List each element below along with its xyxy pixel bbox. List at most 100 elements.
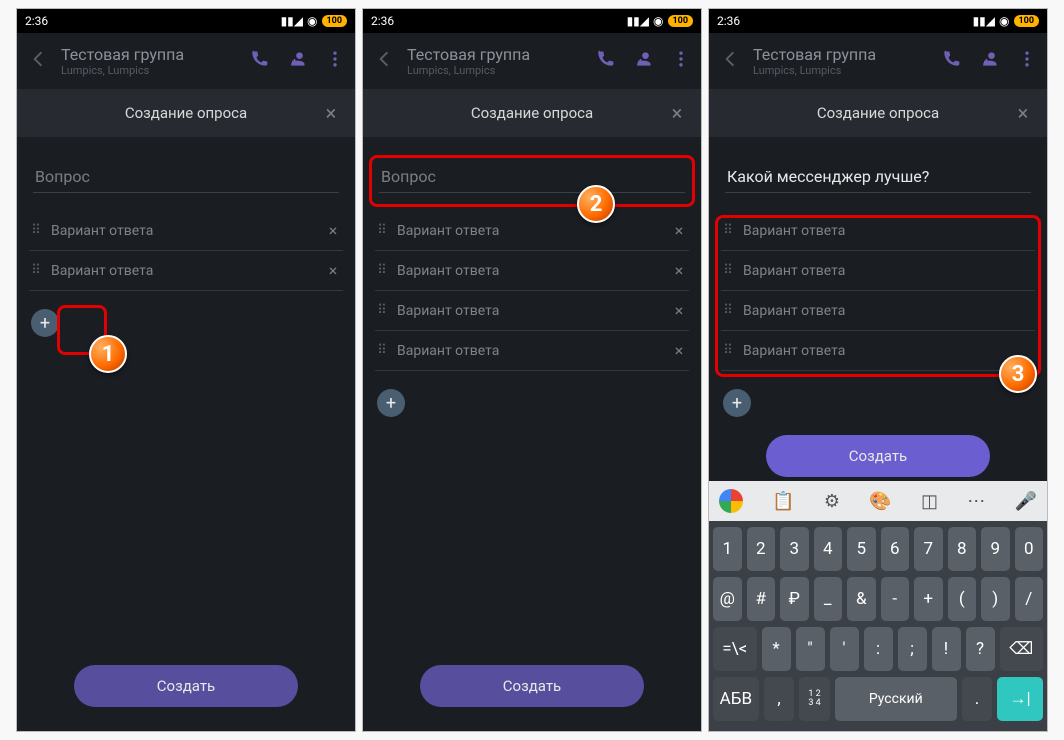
key[interactable]: ) — [981, 577, 1010, 621]
drag-handle-icon[interactable]: ⠿ — [721, 263, 735, 278]
drag-handle-icon[interactable]: ⠿ — [721, 343, 735, 358]
question-input[interactable]: Вопрос — [379, 161, 685, 193]
google-icon[interactable] — [719, 489, 743, 513]
add-option-button[interactable]: + — [723, 389, 751, 417]
question-input[interactable]: Вопрос — [33, 161, 339, 193]
drag-handle-icon[interactable]: ⠿ — [29, 223, 43, 238]
screen-2: 2:36 ▮▮◢ ◉ 100 Тестовая группа Lumpics, … — [362, 8, 702, 732]
drag-handle-icon[interactable]: ⠿ — [721, 303, 735, 318]
key[interactable]: - — [881, 577, 910, 621]
key[interactable]: 4 — [814, 527, 843, 571]
option-row[interactable]: ⠿ Вариант ответа × — [375, 331, 689, 371]
key[interactable]: 9 — [981, 527, 1010, 571]
key-numpad[interactable]: 1 23 4 — [799, 677, 830, 721]
key[interactable]: ; — [898, 627, 927, 671]
key[interactable]: 2 — [747, 527, 776, 571]
add-person-icon[interactable] — [633, 49, 653, 73]
remove-option-icon[interactable]: × — [669, 261, 689, 280]
signal-icon: ▮▮◢ — [281, 14, 303, 28]
option-row[interactable]: ⠿ Вариант ответа × — [375, 251, 689, 291]
call-icon[interactable] — [595, 49, 615, 73]
option-row[interactable]: ⠿ Вариант ответа × — [29, 211, 343, 251]
key-comma[interactable]: , — [764, 677, 795, 721]
key[interactable]: ! — [932, 627, 961, 671]
key[interactable]: * — [762, 627, 791, 671]
option-row[interactable]: ⠿ Вариант ответа — [721, 251, 1035, 291]
chat-title: Тестовая группа — [753, 45, 929, 64]
sticker-icon[interactable]: ◫ — [921, 491, 938, 512]
more-dots-icon[interactable]: ⋯ — [967, 491, 985, 512]
step-badge-2: 2 — [577, 185, 615, 223]
drag-handle-icon[interactable]: ⠿ — [375, 223, 389, 238]
add-person-icon[interactable] — [979, 49, 999, 73]
create-button[interactable]: Создать — [766, 435, 990, 477]
option-row[interactable]: ⠿ Вариант ответа × — [375, 291, 689, 331]
add-option-button[interactable]: + — [377, 389, 405, 417]
remove-option-icon[interactable]: × — [323, 261, 343, 280]
mic-icon[interactable]: 🎤 — [1015, 491, 1037, 512]
key[interactable]: 3 — [780, 527, 809, 571]
option-row[interactable]: ⠿ Вариант ответа — [721, 291, 1035, 331]
key[interactable]: + — [914, 577, 943, 621]
key[interactable]: & — [847, 577, 876, 621]
more-icon[interactable] — [325, 49, 345, 73]
key[interactable]: / — [1015, 577, 1044, 621]
option-row[interactable]: ⠿ Вариант ответа × — [29, 251, 343, 291]
key[interactable]: _ — [814, 577, 843, 621]
more-icon[interactable] — [671, 49, 691, 73]
key[interactable]: ₽ — [780, 577, 809, 621]
create-button[interactable]: Создать — [420, 665, 644, 707]
key[interactable]: 8 — [948, 527, 977, 571]
key[interactable]: 5 — [847, 527, 876, 571]
create-button[interactable]: Создать — [74, 665, 298, 707]
key-symbols[interactable]: =\< — [713, 627, 757, 671]
spacebar[interactable]: Русский — [835, 677, 957, 721]
keyboard[interactable]: 📋 ⚙ 🎨 ◫ ⋯ 🎤 1 2 3 4 5 6 7 8 9 0 — [709, 481, 1047, 731]
backspace-key[interactable]: ⌫ — [1000, 627, 1044, 671]
remove-option-icon[interactable]: × — [669, 341, 689, 360]
keyboard-row-3: =\< * " ' : ; ! ? ⌫ — [713, 627, 1043, 671]
key[interactable]: 6 — [881, 527, 910, 571]
close-icon[interactable]: × — [1011, 101, 1035, 125]
key-period[interactable]: . — [962, 677, 993, 721]
back-icon[interactable] — [719, 48, 741, 74]
remove-option-icon[interactable]: × — [669, 221, 689, 240]
back-icon[interactable] — [27, 48, 49, 74]
key[interactable]: 7 — [914, 527, 943, 571]
drag-handle-icon[interactable]: ⠿ — [375, 303, 389, 318]
option-placeholder: Вариант ответа — [397, 343, 661, 359]
drag-handle-icon[interactable]: ⠿ — [375, 343, 389, 358]
palette-icon[interactable]: 🎨 — [869, 491, 891, 512]
close-icon[interactable]: × — [319, 101, 343, 125]
call-icon[interactable] — [941, 49, 961, 73]
key[interactable]: " — [796, 627, 825, 671]
settings-icon[interactable]: ⚙ — [824, 491, 840, 512]
clipboard-icon[interactable]: 📋 — [772, 491, 794, 512]
key[interactable]: : — [864, 627, 893, 671]
option-row[interactable]: ⠿ Вариант ответа — [721, 331, 1035, 371]
more-icon[interactable] — [1017, 49, 1037, 73]
drag-handle-icon[interactable]: ⠿ — [721, 223, 735, 238]
key-mode[interactable]: АБВ — [713, 677, 759, 721]
question-input[interactable]: Какой мессенджер лучше? — [725, 161, 1031, 193]
drag-handle-icon[interactable]: ⠿ — [375, 263, 389, 278]
add-option-button[interactable]: + — [31, 309, 59, 337]
option-row[interactable]: ⠿ Вариант ответа — [721, 211, 1035, 251]
add-person-icon[interactable] — [287, 49, 307, 73]
key[interactable]: 1 — [713, 527, 742, 571]
close-icon[interactable]: × — [665, 101, 689, 125]
key[interactable]: ? — [966, 627, 995, 671]
key[interactable]: 0 — [1015, 527, 1044, 571]
back-icon[interactable] — [373, 48, 395, 74]
key[interactable]: ' — [830, 627, 859, 671]
key[interactable]: ( — [948, 577, 977, 621]
option-row[interactable]: ⠿ Вариант ответа × — [375, 211, 689, 251]
remove-option-icon[interactable]: × — [669, 301, 689, 320]
enter-key[interactable]: →| — [997, 677, 1043, 721]
key[interactable]: @ — [713, 577, 742, 621]
key[interactable]: # — [747, 577, 776, 621]
call-icon[interactable] — [249, 49, 269, 73]
drag-handle-icon[interactable]: ⠿ — [29, 263, 43, 278]
screen-1: 2:36 ▮▮◢ ◉ 100 Тестовая группа Lumpics, … — [16, 8, 356, 732]
remove-option-icon[interactable]: × — [323, 221, 343, 240]
